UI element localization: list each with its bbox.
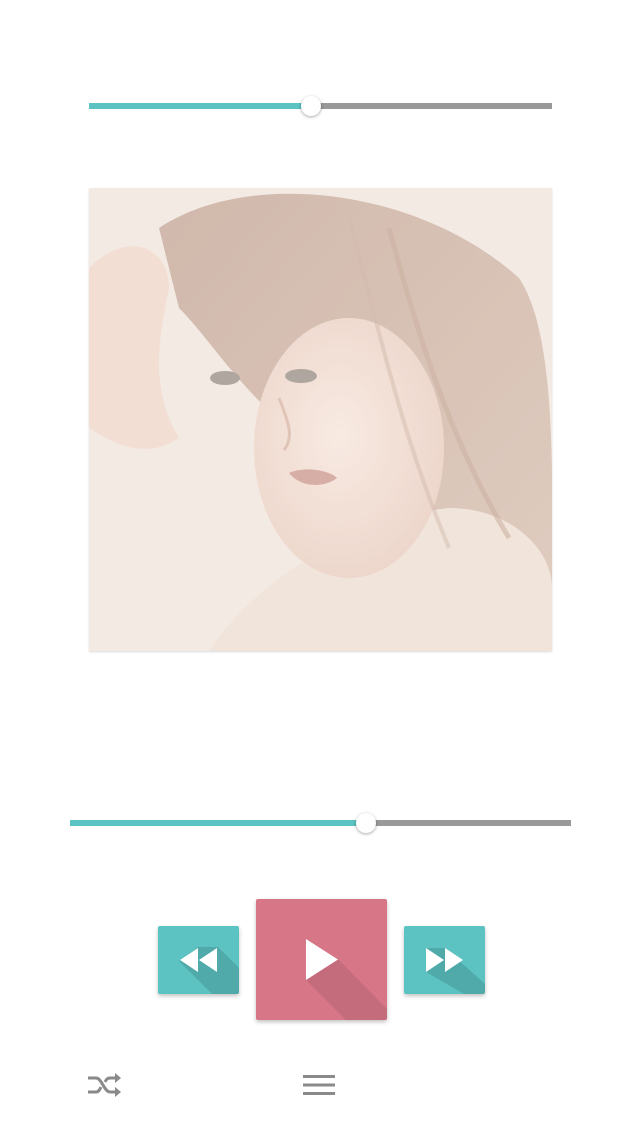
fast-forward-icon	[426, 948, 485, 994]
shuffle-button[interactable]	[86, 1070, 122, 1100]
play-icon	[306, 939, 387, 1020]
fast-forward-button[interactable]	[404, 926, 485, 994]
rewind-icon	[179, 947, 239, 994]
shuffle-icon	[88, 1073, 121, 1097]
progress-slider-fill	[70, 820, 366, 826]
volume-slider-fill	[89, 103, 312, 109]
playlist-button[interactable]	[301, 1071, 337, 1099]
progress-slider-thumb[interactable]	[355, 813, 376, 833]
menu-icon	[303, 1075, 335, 1095]
progress-slider[interactable]	[70, 813, 571, 833]
volume-slider-thumb[interactable]	[301, 96, 322, 116]
rewind-button[interactable]	[158, 926, 239, 994]
volume-slider[interactable]	[89, 96, 552, 116]
play-button[interactable]	[256, 899, 387, 1020]
album-artwork	[89, 188, 552, 651]
